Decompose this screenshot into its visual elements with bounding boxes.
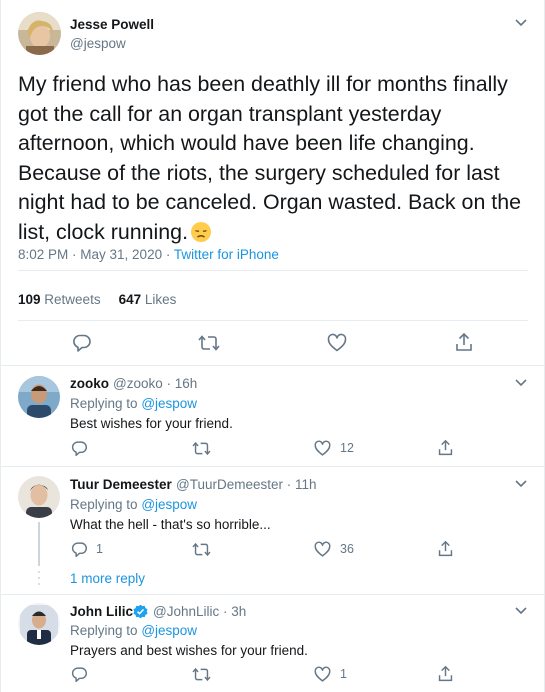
like-count: 12 (340, 441, 354, 455)
reply-author-handle[interactable]: @JohnLilic (153, 604, 219, 619)
like-icon[interactable] (327, 333, 347, 353)
meta-separator: · (162, 247, 174, 262)
chevron-down-icon[interactable] (514, 377, 528, 387)
retweets-count: 109 (18, 292, 41, 307)
replying-to-handle[interactable]: @jespow (141, 497, 197, 512)
meta-separator: · (219, 604, 232, 619)
divider (1, 365, 545, 366)
share-icon[interactable] (437, 439, 454, 457)
retweet-icon[interactable] (192, 666, 211, 683)
likes-stat[interactable]: 647 Likes (119, 292, 177, 307)
like-icon[interactable] (314, 541, 331, 558)
like-icon[interactable] (314, 666, 331, 683)
thread-dots (38, 571, 40, 585)
more-replies-link[interactable]: 1 more reply (70, 571, 145, 586)
retweet-icon[interactable] (192, 541, 211, 558)
reply-avatar[interactable] (18, 376, 60, 418)
divider (1, 594, 545, 595)
replying-to-handle[interactable]: @jespow (141, 396, 197, 411)
reply-icon[interactable] (72, 333, 92, 353)
retweet-icon[interactable] (192, 440, 211, 457)
author-handle[interactable]: @jespow (70, 36, 126, 51)
chevron-down-icon[interactable] (514, 605, 528, 615)
reply-author-meta: @zooko · 16h (113, 376, 197, 391)
share-icon[interactable] (437, 665, 454, 683)
reply-age[interactable]: 16h (175, 376, 198, 391)
like-count: 36 (340, 542, 354, 556)
likes-label: Likes (144, 292, 177, 307)
reply-author-name[interactable]: zooko (70, 376, 109, 391)
reply-avatar[interactable] (18, 603, 60, 645)
author-avatar[interactable] (18, 12, 61, 55)
reply-author-name[interactable]: John Lilic (70, 604, 133, 619)
reply-author-handle[interactable]: @zooko (113, 376, 163, 391)
chevron-down-icon[interactable] (514, 478, 528, 488)
meta-separator: · (162, 376, 175, 391)
tweet-time[interactable]: 8:02 PM (18, 247, 68, 262)
reply-author-meta: @JohnLilic · 3h (153, 604, 246, 619)
reply-icon[interactable] (71, 541, 88, 558)
reply-age[interactable]: 11h (295, 477, 317, 492)
divider (1, 466, 545, 467)
reply-text: What the hell - that's so horrible... (70, 517, 271, 532)
replying-to-prefix: Replying to (70, 623, 138, 638)
tweet-source-link[interactable]: Twitter for iPhone (174, 247, 279, 262)
thread-connector (38, 522, 40, 566)
reply-icon[interactable] (71, 440, 88, 457)
reply-author-handle[interactable]: @TuurDemeester (176, 477, 283, 492)
replying-to: Replying to @jespow (70, 396, 197, 411)
tweet-timestamp: 8:02 PM · May 31, 2020 · Twitter for iPh… (18, 247, 279, 262)
chevron-down-icon[interactable] (514, 17, 528, 27)
tweet-text: My friend who has been deathly ill for m… (18, 70, 528, 247)
reply-text: Best wishes for your friend. (70, 416, 233, 431)
reply-icon[interactable] (71, 666, 88, 683)
reply-author-meta: @TuurDemeester · 11h (176, 477, 317, 492)
like-count: 1 (340, 667, 347, 681)
retweets-stat[interactable]: 109 Retweets (18, 292, 101, 307)
replying-to-handle[interactable]: @jespow (141, 623, 197, 638)
author-name[interactable]: Jesse Powell (70, 17, 154, 32)
reply-avatar[interactable] (18, 476, 60, 518)
likes-count: 647 (118, 292, 142, 307)
reply-age[interactable]: 3h (231, 604, 246, 619)
share-icon[interactable] (437, 540, 454, 558)
meta-separator: · (68, 247, 81, 262)
reply-author-name[interactable]: Tuur Demeester (70, 477, 172, 492)
replying-to-prefix: Replying to (70, 396, 138, 411)
tweet-date[interactable]: May 31, 2020 (80, 247, 162, 262)
tweet-detail-panel: Jesse Powell @jespow My friend who has b… (0, 0, 545, 692)
reply-count: 1 (96, 542, 103, 556)
like-icon[interactable] (314, 440, 331, 457)
replying-to: Replying to @jespow (70, 497, 197, 512)
tweet-text-body: My friend who has been deathly ill for m… (18, 72, 522, 244)
share-icon[interactable] (454, 332, 474, 353)
tweet-stats: 109 Retweets 647 Likes (18, 292, 176, 307)
disappointed-face-emoji (191, 221, 212, 242)
reply-text: Prayers and best wishes for your friend. (70, 643, 308, 658)
replying-to-prefix: Replying to (70, 497, 138, 512)
retweets-label: Retweets (44, 292, 101, 307)
divider (18, 320, 528, 321)
replying-to: Replying to @jespow (70, 623, 197, 638)
divider (18, 270, 528, 271)
meta-separator: · (283, 477, 295, 492)
verified-badge-icon (133, 604, 148, 619)
retweet-icon[interactable] (198, 333, 220, 353)
